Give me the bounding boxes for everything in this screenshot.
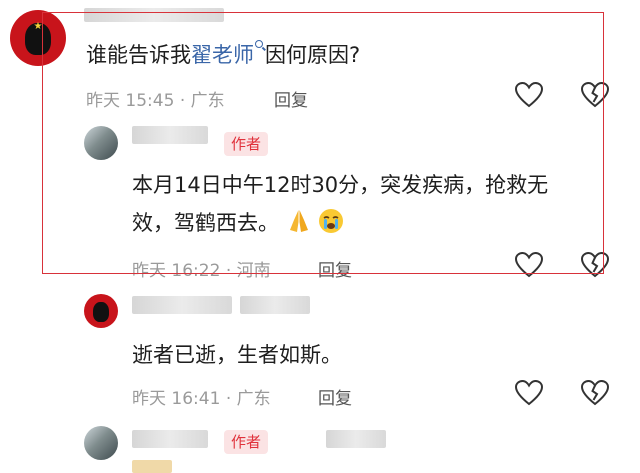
search-icon	[255, 40, 265, 54]
separator: ·	[225, 389, 232, 409]
username-blurred	[240, 296, 310, 314]
star-icon: ★	[33, 21, 43, 33]
comment-text-part: 谁能告诉我	[86, 43, 191, 67]
timestamp: 昨天 16:22	[132, 261, 221, 281]
comment-text: 效，驾鹤西去。	[132, 206, 344, 240]
separator: ·	[179, 91, 186, 111]
separator: ·	[225, 261, 232, 281]
avatar[interactable]: ★	[10, 10, 66, 66]
like-heart-icon[interactable]	[514, 379, 544, 407]
reply-button[interactable]: 回复	[274, 86, 308, 111]
avatar[interactable]	[84, 294, 118, 328]
comment-meta: 昨天 15:45 · 广东	[86, 86, 225, 111]
username-blurred	[132, 126, 208, 144]
location: 广东	[236, 389, 271, 409]
comment-meta: 昨天 16:22 · 河南	[132, 256, 271, 281]
dislike-broken-heart-icon[interactable]	[580, 251, 610, 279]
author-tag: 作者	[224, 132, 269, 156]
location: 广东	[190, 91, 225, 111]
comment-text-line: 本月14日中午12时30分，突发疾病，抢救无	[132, 173, 549, 197]
username-blurred	[132, 460, 172, 473]
timestamp: 昨天 16:41	[132, 389, 221, 409]
avatar[interactable]	[84, 126, 118, 160]
timestamp: 昨天 15:45	[86, 91, 175, 111]
teacher-search-link[interactable]: 翟老师	[191, 40, 265, 67]
comment-text: 逝者已逝，生者如斯。	[132, 343, 342, 367]
like-heart-icon[interactable]	[514, 81, 544, 109]
location: 河南	[236, 261, 271, 281]
comment-text-line: 效，驾鹤西去。	[132, 211, 279, 235]
like-heart-icon[interactable]	[514, 251, 544, 279]
reply-button[interactable]: 回复	[318, 384, 352, 409]
dislike-broken-heart-icon[interactable]	[580, 379, 610, 407]
author-tag: 作者	[224, 430, 269, 454]
reply-button[interactable]: 回复	[318, 256, 352, 281]
comment-meta: 昨天 16:41 · 广东	[132, 384, 271, 409]
crying-face-emoji	[319, 209, 344, 233]
username-blurred	[84, 8, 224, 22]
comment-text-part: 因何原因?	[265, 43, 361, 67]
comment-text: 本月14日中午12时30分，突发疾病，抢救无	[132, 168, 548, 202]
avatar[interactable]	[84, 426, 118, 460]
username-blurred	[132, 430, 208, 448]
comment-text: 谁能告诉我翟老师 因何原因?	[86, 38, 360, 72]
praying-hands-emoji	[289, 210, 308, 232]
username-blurred	[326, 430, 386, 448]
dislike-broken-heart-icon[interactable]	[580, 81, 610, 109]
username-blurred	[132, 296, 232, 314]
